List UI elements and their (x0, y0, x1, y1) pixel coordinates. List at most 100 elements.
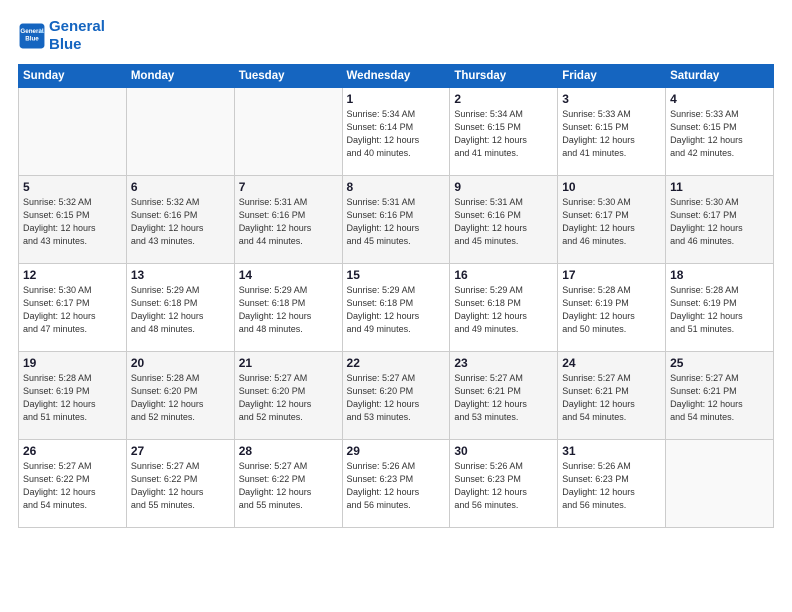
calendar-cell: 6Sunrise: 5:32 AM Sunset: 6:16 PM Daylig… (126, 176, 234, 264)
weekday-header-saturday: Saturday (666, 65, 774, 88)
day-number: 23 (454, 356, 553, 370)
day-number: 1 (347, 92, 446, 106)
day-info: Sunrise: 5:27 AM Sunset: 6:20 PM Dayligh… (347, 372, 446, 424)
weekday-header-tuesday: Tuesday (234, 65, 342, 88)
calendar-cell: 11 Sunrise: 5:30 AM Sunset: 6:17 PM Dayli… (666, 176, 774, 264)
day-info: Sunrise: 5:33 AM Sunset: 6:15 PM Dayligh… (562, 108, 661, 160)
calendar-cell: 5 Sunrise: 5:32 AM Sunset: 6:15 PM Daylig… (19, 176, 127, 264)
day-info: Sunrise: 5:27 AM Sunset: 6:22 PM Dayligh… (23, 460, 122, 512)
day-number: 31 (562, 444, 661, 458)
day-number: 11 (670, 180, 769, 194)
calendar-week-4: 19 Sunrise: 5:28 AM Sunset: 6:19 PM Dayli… (19, 352, 774, 440)
day-number: 20 (131, 356, 230, 370)
day-number: 16 (454, 268, 553, 282)
day-info: Sunrise: 5:27 AM Sunset: 6:22 PM Dayligh… (131, 460, 230, 512)
day-number: 29 (347, 444, 446, 458)
svg-text:Blue: Blue (25, 36, 39, 43)
day-info: Sunrise: 5:27 AM Sunset: 6:22 PM Dayligh… (239, 460, 338, 512)
day-number: 26 (23, 444, 122, 458)
day-number: 30 (454, 444, 553, 458)
calendar-cell: 29 Sunrise: 5:26 AM Sunset: 6:23 PM Dayli… (342, 440, 450, 528)
day-number: 17 (562, 268, 661, 282)
calendar-week-1: 1 Sunrise: 5:34 AM Sunset: 6:14 PM Daylig… (19, 88, 774, 176)
calendar-cell: 18Sunrise: 5:28 AM Sunset: 6:19 PM Dayli… (666, 264, 774, 352)
calendar-cell (234, 88, 342, 176)
calendar-cell: 27 Sunrise: 5:27 AM Sunset: 6:22 PM Dayli… (126, 440, 234, 528)
day-info: Sunrise: 5:26 AM Sunset: 6:23 PM Dayligh… (454, 460, 553, 512)
calendar-cell: 8 Sunrise: 5:31 AM Sunset: 6:16 PM Daylig… (342, 176, 450, 264)
day-info: Sunrise: 5:29 AM Sunset: 6:18 PM Dayligh… (454, 284, 553, 336)
day-info: Sunrise: 5:27 AM Sunset: 6:21 PM Dayligh… (454, 372, 553, 424)
day-info: Sunrise: 5:34 AM Sunset: 6:14 PM Dayligh… (347, 108, 446, 160)
day-info: Sunrise: 5:28 AM Sunset: 6:19 PM Dayligh… (562, 284, 661, 336)
logo: General Blue GeneralBlue (18, 18, 105, 54)
day-info: Sunrise: 5:30 AM Sunset: 6:17 PM Dayligh… (23, 284, 122, 336)
day-info: Sunrise: 5:30 AM Sunset: 6:17 PM Dayligh… (562, 196, 661, 248)
day-info: Sunrise: 5:31 AM Sunset: 6:16 PM Dayligh… (347, 196, 446, 248)
day-number: 19 (23, 356, 122, 370)
day-number: 14 (239, 268, 338, 282)
calendar-cell: 19 Sunrise: 5:28 AM Sunset: 6:19 PM Dayli… (19, 352, 127, 440)
day-number: 7 (239, 180, 338, 194)
calendar-cell: 21Sunrise: 5:27 AM Sunset: 6:20 PM Dayli… (234, 352, 342, 440)
calendar-cell: 20 Sunrise: 5:28 AM Sunset: 6:20 PM Dayli… (126, 352, 234, 440)
calendar-cell: 24 Sunrise: 5:27 AM Sunset: 6:21 PM Dayli… (558, 352, 666, 440)
calendar-cell: 13Sunrise: 5:29 AM Sunset: 6:18 PM Dayli… (126, 264, 234, 352)
weekday-header-wednesday: Wednesday (342, 65, 450, 88)
day-info: Sunrise: 5:27 AM Sunset: 6:21 PM Dayligh… (562, 372, 661, 424)
calendar-cell (666, 440, 774, 528)
calendar-cell: 28 Sunrise: 5:27 AM Sunset: 6:22 PM Dayli… (234, 440, 342, 528)
weekday-header-friday: Friday (558, 65, 666, 88)
day-info: Sunrise: 5:31 AM Sunset: 6:16 PM Dayligh… (454, 196, 553, 248)
calendar-cell: 1 Sunrise: 5:34 AM Sunset: 6:14 PM Daylig… (342, 88, 450, 176)
day-info: Sunrise: 5:34 AM Sunset: 6:15 PM Dayligh… (454, 108, 553, 160)
day-number: 15 (347, 268, 446, 282)
weekday-header-row: SundayMondayTuesdayWednesdayThursdayFrid… (19, 65, 774, 88)
day-info: Sunrise: 5:29 AM Sunset: 6:18 PM Dayligh… (131, 284, 230, 336)
calendar-cell: 15 Sunrise: 5:29 AM Sunset: 6:18 PM Dayli… (342, 264, 450, 352)
day-number: 5 (23, 180, 122, 194)
day-info: Sunrise: 5:26 AM Sunset: 6:23 PM Dayligh… (347, 460, 446, 512)
day-number: 4 (670, 92, 769, 106)
day-number: 27 (131, 444, 230, 458)
calendar-cell: 9 Sunrise: 5:31 AM Sunset: 6:16 PM Daylig… (450, 176, 558, 264)
weekday-header-sunday: Sunday (19, 65, 127, 88)
calendar-cell: 12 Sunrise: 5:30 AM Sunset: 6:17 PM Dayli… (19, 264, 127, 352)
day-info: Sunrise: 5:29 AM Sunset: 6:18 PM Dayligh… (347, 284, 446, 336)
calendar-cell: 17 Sunrise: 5:28 AM Sunset: 6:19 PM Dayli… (558, 264, 666, 352)
day-info: Sunrise: 5:32 AM Sunset: 6:16 PM Dayligh… (131, 196, 230, 248)
calendar-week-3: 12 Sunrise: 5:30 AM Sunset: 6:17 PM Dayli… (19, 264, 774, 352)
day-info: Sunrise: 5:28 AM Sunset: 6:19 PM Dayligh… (670, 284, 769, 336)
day-number: 8 (347, 180, 446, 194)
calendar-week-5: 26 Sunrise: 5:27 AM Sunset: 6:22 PM Dayli… (19, 440, 774, 528)
calendar-table: SundayMondayTuesdayWednesdayThursdayFrid… (18, 64, 774, 528)
day-number: 25 (670, 356, 769, 370)
calendar-week-2: 5 Sunrise: 5:32 AM Sunset: 6:15 PM Daylig… (19, 176, 774, 264)
day-number: 24 (562, 356, 661, 370)
weekday-header-monday: Monday (126, 65, 234, 88)
calendar-cell: 10 Sunrise: 5:30 AM Sunset: 6:17 PM Dayli… (558, 176, 666, 264)
page: General Blue GeneralBlue SundayMondayTue… (0, 0, 792, 540)
day-number: 10 (562, 180, 661, 194)
day-info: Sunrise: 5:33 AM Sunset: 6:15 PM Dayligh… (670, 108, 769, 160)
logo-icon: General Blue (18, 22, 46, 50)
day-number: 9 (454, 180, 553, 194)
weekday-header-thursday: Thursday (450, 65, 558, 88)
calendar-cell: 31 Sunrise: 5:26 AM Sunset: 6:23 PM Dayli… (558, 440, 666, 528)
day-info: Sunrise: 5:30 AM Sunset: 6:17 PM Dayligh… (670, 196, 769, 248)
day-number: 2 (454, 92, 553, 106)
day-info: Sunrise: 5:26 AM Sunset: 6:23 PM Dayligh… (562, 460, 661, 512)
day-info: Sunrise: 5:28 AM Sunset: 6:20 PM Dayligh… (131, 372, 230, 424)
calendar-cell: 26 Sunrise: 5:27 AM Sunset: 6:22 PM Dayli… (19, 440, 127, 528)
calendar-cell (19, 88, 127, 176)
day-info: Sunrise: 5:28 AM Sunset: 6:19 PM Dayligh… (23, 372, 122, 424)
calendar-cell: 3Sunrise: 5:33 AM Sunset: 6:15 PM Daylig… (558, 88, 666, 176)
calendar-cell: 22Sunrise: 5:27 AM Sunset: 6:20 PM Dayli… (342, 352, 450, 440)
day-number: 12 (23, 268, 122, 282)
day-number: 28 (239, 444, 338, 458)
day-info: Sunrise: 5:32 AM Sunset: 6:15 PM Dayligh… (23, 196, 122, 248)
day-info: Sunrise: 5:29 AM Sunset: 6:18 PM Dayligh… (239, 284, 338, 336)
day-info: Sunrise: 5:27 AM Sunset: 6:20 PM Dayligh… (239, 372, 338, 424)
calendar-cell: 4 Sunrise: 5:33 AM Sunset: 6:15 PM Daylig… (666, 88, 774, 176)
calendar-cell: 7Sunrise: 5:31 AM Sunset: 6:16 PM Daylig… (234, 176, 342, 264)
